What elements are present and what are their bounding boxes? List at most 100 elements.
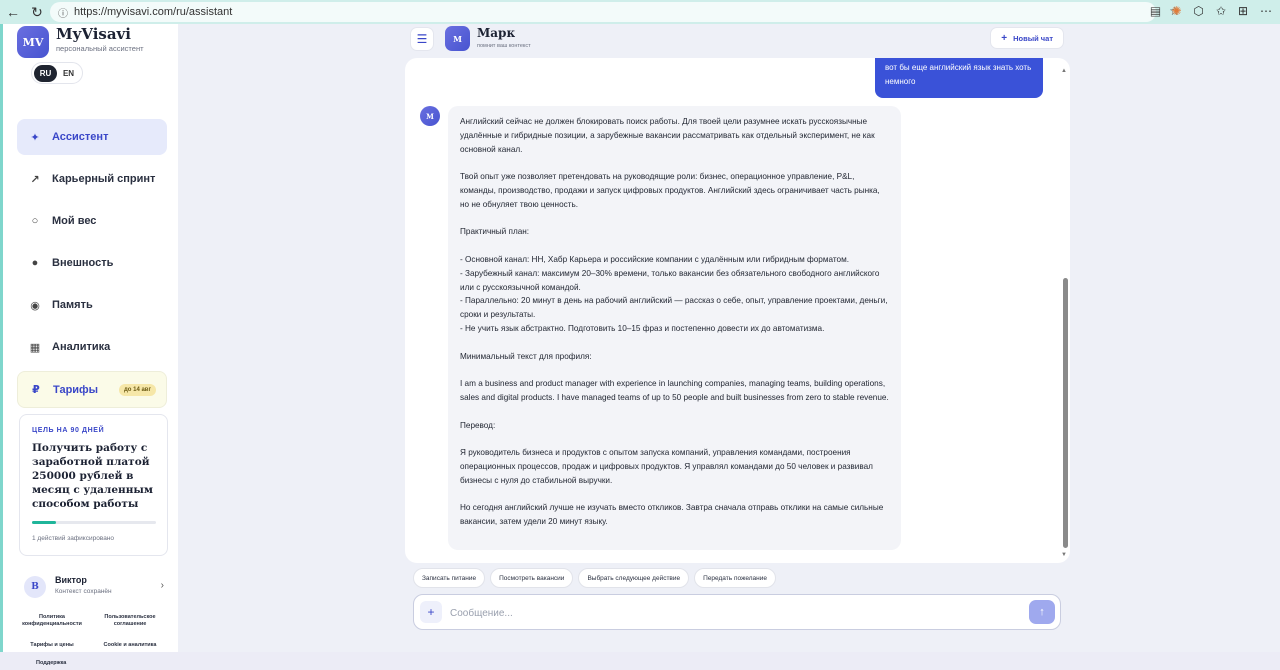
quick-action-next-step[interactable]: Выбрать следующее действие <box>578 568 690 588</box>
lang-en-button[interactable]: EN <box>57 65 80 82</box>
goal-tag: ЦЕЛЬ НА 90 ДНЕЙ <box>32 427 105 434</box>
sidebar-item-label: Мой вес <box>52 215 97 227</box>
sidebar-item-label: Тарифы <box>53 383 99 396</box>
collections-icon[interactable]: ⊞ <box>1238 4 1248 18</box>
arrow-up-right-icon: ↗ <box>30 173 40 186</box>
language-switcher: RU EN <box>31 62 83 84</box>
pricing-link[interactable]: Тарифы и цены <box>17 642 87 649</box>
user-profile[interactable]: В Виктор Контекст сохранён › <box>19 570 168 604</box>
message-paragraph: Твой опыт уже позволяет претендовать на … <box>460 172 880 209</box>
terms-link[interactable]: Пользовательское соглашение <box>95 614 165 628</box>
sidebar-item-label: Внешность <box>52 257 114 269</box>
support-link[interactable]: Поддержка <box>36 660 66 666</box>
goal-progress-fill <box>32 521 56 524</box>
sidebar-item-my-weight[interactable]: ○ Мой вес <box>17 203 167 239</box>
message-paragraph: - Параллельно: 20 минут в день на рабочи… <box>460 296 888 320</box>
message-paragraph: Перевод: <box>460 420 496 430</box>
attach-plus-icon[interactable]: + <box>420 601 442 623</box>
message-gap <box>460 212 889 226</box>
cookie-link[interactable]: Cookie и аналитика <box>95 642 165 649</box>
read-mode-icon[interactable]: ▤ <box>1150 4 1161 18</box>
user-status: Контекст сохранён <box>55 588 112 595</box>
quick-action-view-vacancies[interactable]: Посмотреть вакансии <box>490 568 574 588</box>
message-paragraph: Я руководитель бизнеса и продуктов с опы… <box>460 448 873 485</box>
sidebar-item-tariffs[interactable]: ₽ Тарифы до 14 авг <box>17 371 167 408</box>
dot-icon: ● <box>31 257 39 269</box>
quick-action-feedback[interactable]: Передать пожелание <box>694 568 777 588</box>
chat-header: ☰ М Марк помнит ваш контекст + Новый чат <box>405 24 1070 54</box>
browser-essentials-icon[interactable]: ⬡ <box>1193 4 1203 18</box>
menu-icon[interactable]: ☰ <box>410 27 434 51</box>
agent-name: Марк <box>477 26 516 40</box>
quick-actions: Записать питание Посмотреть вакансии Выб… <box>413 568 777 588</box>
message-paragraph: - Основной канал: HH, Хабр Карьера и рос… <box>460 254 849 264</box>
sidebar-item-career-sprint[interactable]: ↗ Карьерный спринт <box>17 161 167 197</box>
address-bar[interactable]: ⓘ https://myvisavi.com/ru/assistant <box>50 2 1156 22</box>
message-gap <box>460 336 889 350</box>
goal-note: 1 действий зафиксировано <box>32 535 115 542</box>
page-bottom-strip <box>0 652 1280 670</box>
agent-avatar: М <box>445 26 470 51</box>
browser-toolbar: ← ↻ ⓘ https://myvisavi.com/ru/assistant … <box>0 0 1280 24</box>
message-input[interactable] <box>450 602 1010 624</box>
bot-avatar: М <box>420 106 440 126</box>
sidebar-item-appearance[interactable]: ● Внешность <box>17 245 167 281</box>
sparkle-icon: ✦ <box>30 131 40 144</box>
scroll-up-icon[interactable]: ▲ <box>1061 68 1067 74</box>
memory-icon: ◉ <box>30 299 40 312</box>
agent-subtitle: помнит ваш контекст <box>477 43 531 49</box>
avatar: В <box>24 576 46 598</box>
sidebar-menu: ✦ Ассистент ↗ Карьерный спринт ○ Мой вес… <box>17 119 167 414</box>
sidebar-item-label: Карьерный спринт <box>52 173 156 185</box>
message-paragraph: I am a business and product manager with… <box>460 379 889 402</box>
url-text: https://myvisavi.com/ru/assistant <box>74 6 233 18</box>
send-arrow-icon[interactable]: ↑ <box>1029 600 1055 624</box>
plus-icon: + <box>1001 32 1008 44</box>
more-menu-icon[interactable]: ⋯ <box>1260 4 1272 18</box>
circle-icon: ○ <box>31 215 39 227</box>
chat-scrollbar[interactable]: ▲ ▼ <box>1060 68 1070 558</box>
sidebar-item-assistant[interactable]: ✦ Ассистент <box>17 119 167 155</box>
back-arrow-icon[interactable]: ← <box>2 1 24 23</box>
message-paragraph: Практичный план: <box>460 227 530 237</box>
extension-icon[interactable]: ✺ <box>1171 4 1181 18</box>
message-paragraph: Но сегодня английский лучше не изучать в… <box>460 503 884 527</box>
sidebar-item-label: Память <box>52 299 93 311</box>
user-message: вот бы еще английский язык знать хоть не… <box>875 58 1043 98</box>
bot-message: Английский сейчас не должен блокировать … <box>448 106 901 550</box>
scroll-thumb[interactable] <box>1063 278 1068 548</box>
favorites-icon[interactable]: ✩ <box>1216 4 1226 18</box>
sidebar-item-analytics[interactable]: ▦ Аналитика <box>17 329 167 365</box>
quick-action-log-food[interactable]: Записать питание <box>413 568 486 588</box>
app-logo[interactable]: MV <box>17 26 49 58</box>
message-composer: + ↑ <box>413 594 1061 630</box>
new-chat-label: Новый чат <box>1013 33 1053 43</box>
message-gap <box>460 239 889 253</box>
message-gap <box>460 432 889 446</box>
message-paragraph: Английский сейчас не должен блокировать … <box>460 117 875 154</box>
lang-ru-button[interactable]: RU <box>34 64 57 82</box>
scroll-down-icon[interactable]: ▼ <box>1061 552 1067 558</box>
message-gap <box>460 405 889 419</box>
brand-subtitle: персональный ассистент <box>56 44 144 53</box>
sidebar-item-label: Аналитика <box>52 341 111 353</box>
chevron-right-icon: › <box>160 580 164 591</box>
site-info-icon[interactable]: ⓘ <box>58 5 68 20</box>
sidebar: MV MyVisavi персональный ассистент RU EN… <box>0 24 178 670</box>
ruble-icon: ₽ <box>32 384 40 396</box>
chat-messages: вот бы еще английский язык знать хоть не… <box>405 58 1070 563</box>
sidebar-item-label: Ассистент <box>52 131 109 143</box>
message-gap <box>460 488 889 502</box>
goal-card[interactable]: ЦЕЛЬ НА 90 ДНЕЙ Получить работу с зарабо… <box>19 414 168 556</box>
privacy-link[interactable]: Политика конфиденциальности <box>17 614 87 628</box>
message-gap <box>460 363 889 377</box>
message-gap <box>460 156 889 170</box>
goal-progress-bar <box>32 521 156 524</box>
brand-name: MyVisavi <box>56 25 131 43</box>
new-chat-button[interactable]: + Новый чат <box>990 27 1064 49</box>
user-name: Виктор <box>55 575 87 585</box>
goal-title: Получить работу с заработной платой 2500… <box>32 442 154 510</box>
tariff-badge: до 14 авг <box>118 383 156 396</box>
reload-icon[interactable]: ↻ <box>26 1 48 23</box>
sidebar-item-memory[interactable]: ◉ Память <box>17 287 167 323</box>
